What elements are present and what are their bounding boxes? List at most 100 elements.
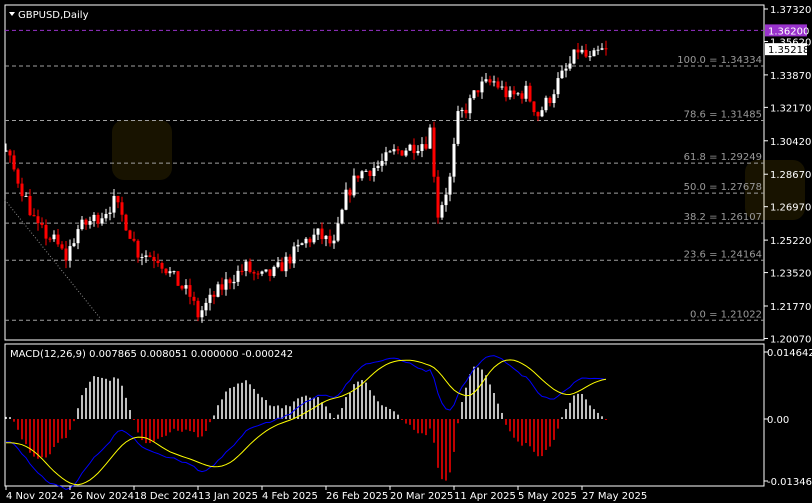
candle-body (16, 169, 20, 184)
candle[interactable] (176, 271, 180, 286)
candle-body (32, 215, 36, 217)
price-axis-label: 1.30420 (770, 137, 811, 148)
candle[interactable] (432, 121, 436, 183)
candle-body (300, 243, 304, 245)
candle-body (44, 224, 48, 239)
candle-body (76, 229, 80, 244)
current-price-label: 1.35218 (768, 45, 809, 56)
price-axis-label: 1.37320 (770, 5, 811, 16)
symbol-title: GBPUSD,Daily (18, 10, 89, 21)
candle-body (52, 234, 56, 240)
candle[interactable] (408, 143, 412, 151)
candle-body (80, 219, 84, 230)
candle-body (552, 94, 556, 104)
candle-body (148, 255, 152, 257)
candle-body (24, 195, 28, 197)
candle-body (284, 256, 288, 272)
candle-body (40, 223, 44, 225)
candle[interactable] (400, 150, 404, 157)
candle-body (260, 271, 264, 274)
candle-body (292, 246, 296, 264)
candle-body (524, 85, 528, 99)
fib-level-label: 23.6 = 1.24164 (684, 249, 762, 260)
candle[interactable] (272, 265, 276, 278)
candle[interactable] (572, 49, 576, 65)
candle-body (588, 56, 592, 58)
candle-body (448, 176, 452, 195)
price-axis-label: 1.32170 (770, 103, 811, 114)
candle-body (336, 223, 340, 241)
candle-body (72, 243, 76, 247)
candle-body (128, 230, 132, 239)
candle-body (444, 194, 448, 206)
candle-body (200, 310, 204, 318)
candle-body (308, 238, 312, 243)
candle-body (20, 183, 24, 197)
candle-body (396, 149, 400, 151)
macd-axis-label: -0.013461 (767, 477, 812, 488)
candle-body (184, 285, 188, 289)
candle-body (344, 189, 348, 210)
fib-level-label: 100.0 = 1.34334 (677, 55, 762, 66)
candle-body (584, 49, 588, 57)
candle-body (264, 269, 268, 272)
date-axis-label: 4 Feb 2025 (262, 491, 318, 502)
candle[interactable] (456, 105, 460, 147)
candle-body (500, 86, 504, 88)
macd-axis-label: 0.00 (767, 415, 789, 426)
candle-body (464, 109, 468, 114)
candle-body (256, 273, 260, 275)
candle-body (236, 270, 240, 282)
candle-body (100, 218, 104, 224)
candle-body (420, 144, 424, 151)
candle-body (360, 171, 364, 179)
price-axis-label: 1.20070 (770, 334, 811, 345)
candle-body (600, 48, 604, 50)
candle-body (496, 81, 500, 88)
price-axis-label: 1.25220 (770, 236, 811, 247)
candle-body (516, 93, 520, 95)
candle-body (332, 240, 336, 244)
candle[interactable] (428, 124, 432, 149)
candle-body (156, 260, 160, 263)
candle[interactable] (128, 229, 132, 239)
candle-body (372, 168, 376, 177)
candle-body (140, 257, 144, 259)
candle-body (528, 85, 532, 102)
candle-body (356, 175, 360, 179)
candle-body (456, 111, 460, 144)
candle-body (348, 189, 352, 196)
candle-body (176, 271, 180, 286)
candle-body (4, 150, 8, 152)
candle[interactable] (544, 95, 548, 113)
candle[interactable] (340, 208, 344, 225)
price-axis-label: 1.26970 (770, 203, 811, 214)
candle-body (564, 68, 568, 71)
date-axis-label: 20 Mar 2025 (390, 491, 453, 502)
candle-body (604, 48, 608, 50)
candle[interactable] (436, 170, 440, 224)
candle-body (392, 149, 396, 152)
candle-body (288, 256, 292, 264)
candle-body (192, 296, 196, 301)
candle-body (440, 205, 444, 218)
date-axis-label: 4 Nov 2024 (6, 491, 64, 502)
candle-body (364, 170, 368, 172)
candle-body (536, 112, 540, 117)
candle-body (68, 246, 72, 261)
candle-body (320, 228, 324, 240)
candle-body (8, 150, 12, 156)
trading-chart[interactable]: 100.0 = 1.34334 78.6 = 1.31485 61.8 = 1.29… (0, 0, 812, 503)
date-axis-label: 26 Nov 2024 (70, 491, 134, 502)
candle-body (596, 49, 600, 51)
candle-body (12, 155, 16, 170)
candle[interactable] (452, 137, 456, 183)
candle-body (56, 234, 60, 245)
candle[interactable] (124, 213, 128, 231)
alert-price-tag: 1.36200 (765, 24, 809, 37)
candle-body (144, 255, 148, 258)
fib-level-label: 38.2 = 1.26107 (684, 212, 762, 223)
candle-body (352, 175, 356, 196)
candle-body (120, 202, 124, 215)
candle-body (376, 165, 380, 169)
